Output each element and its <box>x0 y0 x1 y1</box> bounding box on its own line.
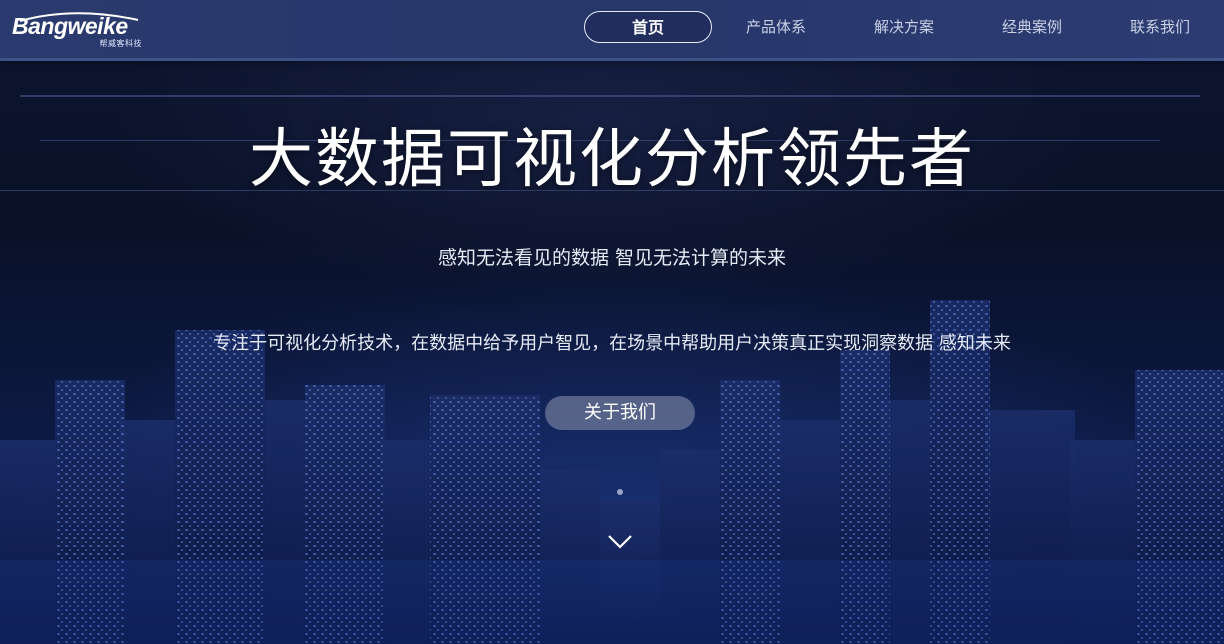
about-us-button[interactable]: 关于我们 <box>545 396 695 430</box>
site-header: Bangweike 帮威客科技 首页 产品体系 解决方案 经典案例 联系我们 <box>0 0 1224 61</box>
nav-item-products[interactable]: 产品体系 <box>712 11 840 43</box>
brand-logo[interactable]: Bangweike 帮威客科技 <box>12 12 144 48</box>
hero-subtitle: 感知无法看见的数据 智见无法计算的未来 <box>437 247 787 269</box>
nav-item-home[interactable]: 首页 <box>584 11 712 43</box>
nav-item-solutions[interactable]: 解决方案 <box>840 11 968 43</box>
main-nav: 首页 产品体系 解决方案 经典案例 联系我们 <box>584 11 1224 43</box>
slide-indicator-dot[interactable] <box>617 489 623 495</box>
chevron-down-icon[interactable] <box>606 532 634 552</box>
hero-title: 大数据可视化分析领先者 <box>249 123 975 197</box>
logo-subtext: 帮威客科技 <box>99 39 142 48</box>
logo-text: Bangweike <box>12 13 128 39</box>
nav-item-contact[interactable]: 联系我们 <box>1096 11 1224 43</box>
hero-description: 专注于可视化分析技术，在数据中给予用户智见，在场景中帮助用户决策真正实现洞察数据… <box>213 333 1011 354</box>
nav-item-cases[interactable]: 经典案例 <box>968 11 1096 43</box>
